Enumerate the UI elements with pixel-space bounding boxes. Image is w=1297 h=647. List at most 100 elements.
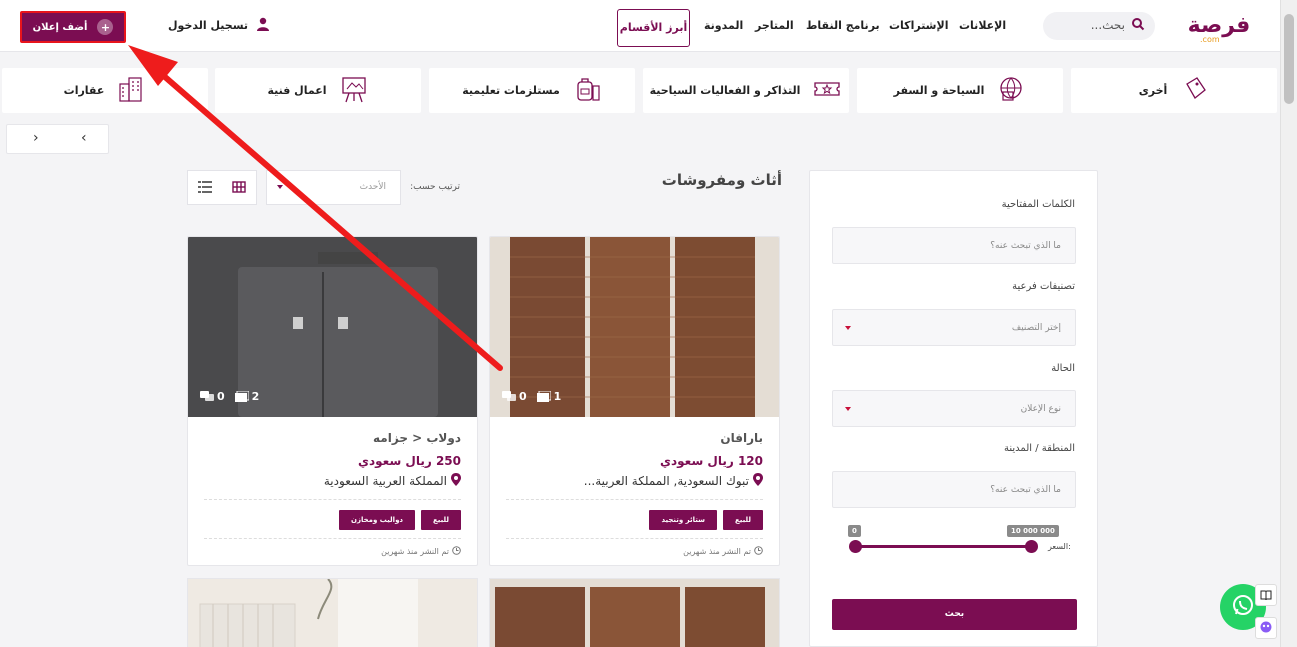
category-tickets[interactable]: التذاكر و الفعاليات السياحية [643,68,849,113]
price-slider-max-handle[interactable] [1025,540,1038,553]
category-other[interactable]: أخرى [1071,68,1277,113]
sort-label: ترتيب حسب: [410,182,460,192]
tag-button[interactable]: للبيع [723,510,763,530]
category-real-estate[interactable]: عقارات [2,68,208,113]
tag-button[interactable]: دواليب ومخازن [338,510,416,530]
grid-view-button[interactable] [222,171,256,204]
location-pin-icon [451,473,461,489]
category-education[interactable]: مستلزمات تعليمية [429,68,635,113]
keywords-input[interactable]: ما الذي تبحث عنه؟ [832,227,1076,264]
add-ad-button[interactable]: + أضف إعلان [20,11,126,43]
brain-icon [1259,619,1273,638]
listing-location: المملكة العربية السعودية [324,473,461,489]
comment-count: 0 [502,390,527,403]
category-label: مستلزمات تعليمية [462,84,560,97]
posted-time: تم النشر منذ شهرين [381,546,461,557]
nav-blog[interactable]: المدونة [704,19,743,32]
category-label: اعمال فنية [267,84,327,97]
top-header: فرصة .com بحث... الإعلانات الإشتراكات بر… [0,0,1280,52]
nav-featured-sections[interactable]: أبرز الأقسام [617,9,690,47]
nav-ads[interactable]: الإعلانات [959,19,1006,32]
sort-select[interactable]: الأحدث [266,170,401,205]
clock-icon [452,546,461,557]
status-label: الحالة [1051,363,1075,374]
assistant-tab-button[interactable] [1255,617,1277,639]
category-label: التذاكر و الفعاليات السياحية [649,84,801,97]
filter-search-button[interactable]: بحث [832,599,1077,630]
status-value: نوع الإعلان [1020,404,1061,414]
search-icon[interactable] [1131,17,1145,34]
location-pin-icon [753,473,763,489]
listing-price: 120 ريال سعودي [659,454,763,468]
buildings-icon [116,74,146,107]
listing-title[interactable]: دولاب < جزامه [373,431,461,445]
sort-value: الأحدث [359,182,386,192]
price-min-value: 0 [848,525,861,537]
listing-card[interactable] [489,578,780,647]
pager-prev-button[interactable]: ‹ [81,130,87,146]
nav-points-program[interactable]: برنامج النقاط [806,19,880,32]
subcategory-label: تصنيفات فرعية [1012,281,1075,292]
subcategory-value: إختر التصنيف [1011,323,1061,333]
chevron-down-icon [845,407,851,411]
divider [204,538,461,539]
travel-globe-icon [996,74,1026,107]
category-label: السياحة و السفر [893,84,985,97]
ticket-icon [812,74,842,107]
easel-icon [339,74,369,107]
region-label: المنطقة / المدينة [1004,443,1075,454]
login-label: تسجيل الدخول [168,19,249,32]
book-tab-button[interactable] [1255,584,1277,606]
listing-tags: للبيع ستائر وتنجيد [649,510,763,530]
nav-stores[interactable]: المتاجر [755,19,794,32]
page-scrollbar[interactable] [1280,0,1297,647]
list-icon [198,178,212,197]
login-link[interactable]: تسجيل الدخول [168,17,270,34]
plus-icon: + [97,19,114,35]
images-icon [536,391,551,402]
divider [204,499,461,500]
filter-panel: الكلمات المفتاحية ما الذي تبحث عنه؟ تصني… [809,170,1098,647]
pager-next-button[interactable]: › [33,130,39,146]
price-slider-track[interactable] [855,545,1033,548]
list-view-button[interactable] [188,171,222,204]
divider [506,538,763,539]
svg-text:.com: .com [1200,35,1220,44]
image-count: 2 [234,390,259,403]
listing-card[interactable]: 0 1 بارافان 120 ريال سعودي تبوك السعودية… [489,236,780,566]
listing-card[interactable]: 0 2 دولاب < جزامه 250 ريال سعودي المملكة… [187,236,478,566]
comments-icon [502,391,516,402]
book-icon [1260,586,1272,605]
header-search[interactable]: بحث... [1043,12,1155,40]
school-bag-icon [572,74,602,107]
chevron-down-icon [277,185,283,189]
search-placeholder: بحث... [1090,18,1125,32]
listing-image[interactable] [188,579,478,647]
category-art[interactable]: اعمال فنية [215,68,421,113]
whatsapp-icon [1231,593,1255,621]
images-icon [234,391,249,402]
tag-button[interactable]: ستائر وتنجيد [649,510,718,530]
region-input[interactable]: ما الذي تبحث عنه؟ [832,471,1076,508]
subcategory-select[interactable]: إختر التصنيف [832,309,1076,346]
comments-icon [200,391,214,402]
site-logo[interactable]: فرصة .com [1180,8,1258,46]
listing-image[interactable] [490,579,780,647]
scrollbar-thumb[interactable] [1284,14,1294,104]
category-pager: › ‹ [6,124,109,154]
tag-button[interactable]: للبيع [421,510,461,530]
category-label: عقارات [63,84,105,97]
price-label: :السعر [1048,542,1071,551]
grid-icon [232,178,246,197]
comment-count: 0 [200,390,225,403]
nav-subscriptions[interactable]: الإشتراكات [889,19,948,32]
listing-card[interactable] [187,578,478,647]
divider [506,499,763,500]
price-slider-min-handle[interactable] [849,540,862,553]
status-select[interactable]: نوع الإعلان [832,390,1076,427]
card-stats: 0 2 [200,390,259,403]
listing-title[interactable]: بارافان [720,431,763,445]
card-stats: 0 1 [502,390,561,403]
keywords-placeholder: ما الذي تبحث عنه؟ [990,241,1061,251]
category-travel[interactable]: السياحة و السفر [857,68,1063,113]
